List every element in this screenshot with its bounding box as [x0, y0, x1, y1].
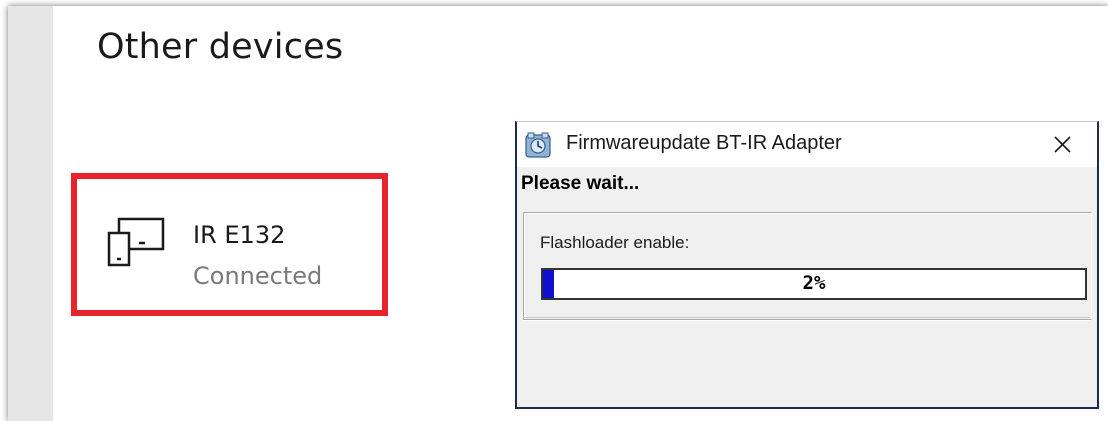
- progress-bar: 2%: [541, 268, 1087, 300]
- status-message: Please wait...: [521, 173, 640, 194]
- progress-group: Flashloader enable: 2%: [523, 212, 1092, 320]
- devices-icon: [107, 217, 165, 267]
- separator: [523, 317, 1090, 321]
- dialog-body: Please wait... Flashloader enable: 2%: [517, 167, 1097, 407]
- task-label: Flashloader enable:: [540, 233, 690, 252]
- device-name: IR E132: [193, 221, 286, 249]
- progress-percent-text: 2%: [802, 272, 826, 294]
- close-icon[interactable]: [1045, 128, 1079, 160]
- device-status: Connected: [193, 262, 323, 290]
- section-title: Other devices: [97, 27, 344, 67]
- device-card-ir-e132[interactable]: IR E132 Connected: [71, 173, 388, 316]
- dialog-titlebar[interactable]: Firmwareupdate BT-IR Adapter: [517, 122, 1097, 167]
- dialog-title: Firmwareupdate BT-IR Adapter: [566, 132, 842, 154]
- settings-nav-strip: [8, 6, 53, 421]
- firmware-update-dialog: Firmwareupdate BT-IR Adapter Please wait…: [515, 121, 1099, 409]
- firmware-update-app-icon: [525, 132, 551, 158]
